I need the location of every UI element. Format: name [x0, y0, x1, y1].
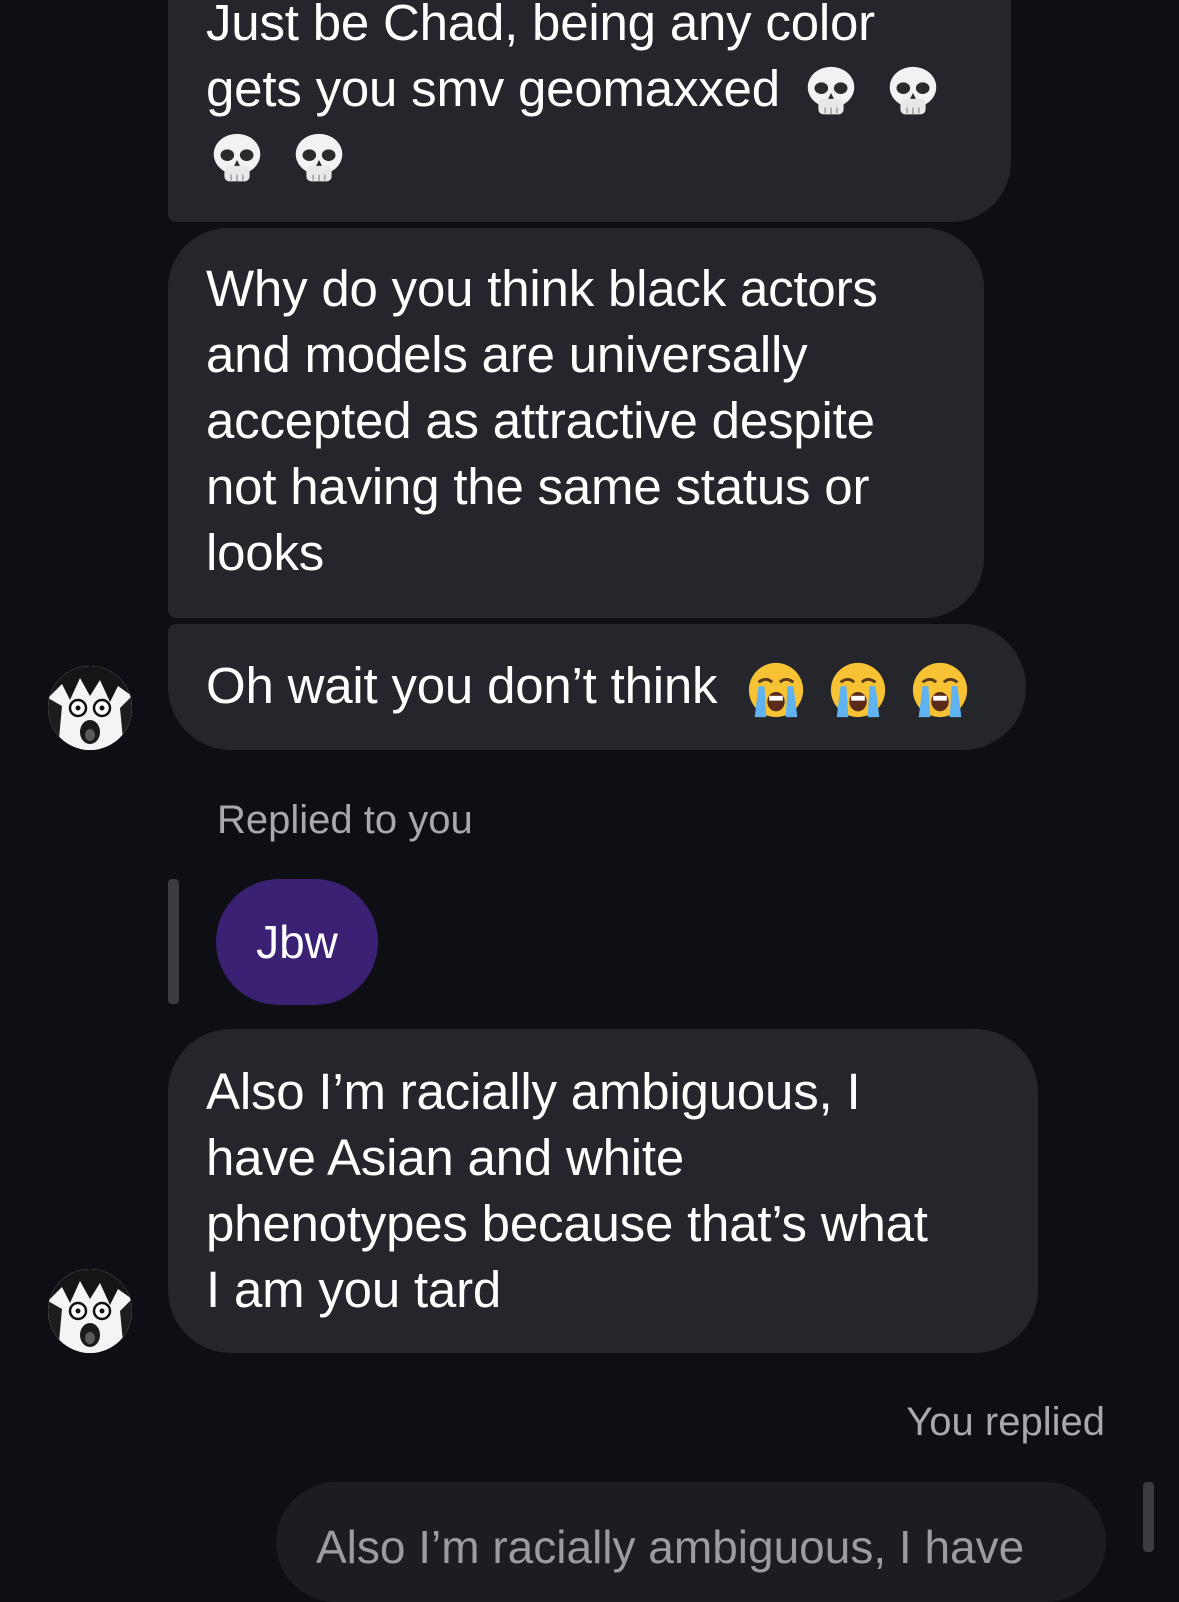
message-line: Just be Chad, being any color — [206, 0, 875, 51]
sender-avatar[interactable] — [48, 666, 132, 750]
quoted-message-bubble[interactable]: Jbw — [216, 879, 378, 1005]
message-line: accepted as attractive despite — [206, 392, 875, 449]
message-bubble-chad[interactable]: Just be Chad, being any color gets you s… — [168, 0, 1011, 222]
message-line: not having the same status or — [206, 458, 870, 515]
message-line: I am you tard — [206, 1261, 502, 1318]
message-line: Why do you think black actors — [206, 260, 878, 317]
message-line: gets you smv geomaxxed — [206, 56, 973, 124]
reply-indicator-bar — [168, 879, 179, 1004]
skull-emoji — [882, 62, 944, 124]
sender-avatar[interactable] — [48, 1269, 132, 1353]
skull-emoji — [800, 62, 862, 124]
message-bubble-ambiguous[interactable]: Also I’m racially ambiguous, I have Asia… — [168, 1029, 1038, 1353]
skull-emoji — [288, 129, 350, 191]
message-text: Oh wait you don’t think — [206, 657, 718, 715]
loudly-crying-face-emoji — [745, 659, 807, 721]
message-line: have Asian and white — [206, 1129, 685, 1186]
replied-to-you-label: Replied to you — [217, 798, 473, 842]
outgoing-quoted-text: Also I’m racially ambiguous, I have — [316, 1521, 1025, 1573]
loudly-crying-face-emoji — [827, 659, 889, 721]
message-text: gets you smv geomaxxed — [206, 60, 780, 117]
quoted-message-text: Jbw — [256, 916, 338, 968]
message-line: Also I’m racially ambiguous, I — [206, 1063, 861, 1120]
outgoing-quoted-bubble[interactable]: Also I’m racially ambiguous, I have — [276, 1482, 1106, 1602]
message-line: Oh wait you don’t think — [206, 653, 971, 721]
message-line — [200, 124, 973, 192]
message-line: and models are universally — [206, 326, 808, 383]
message-line: looks — [206, 524, 325, 581]
outgoing-reply-indicator-bar — [1143, 1482, 1154, 1552]
message-bubble-actors[interactable]: Why do you think black actors and models… — [168, 228, 984, 618]
you-replied-label: You replied — [906, 1400, 1105, 1444]
message-bubble-oh-wait[interactable]: Oh wait you don’t think — [168, 624, 1026, 750]
loudly-crying-face-emoji — [909, 659, 971, 721]
skull-emoji — [206, 129, 268, 191]
message-line: phenotypes because that’s what — [206, 1195, 928, 1252]
